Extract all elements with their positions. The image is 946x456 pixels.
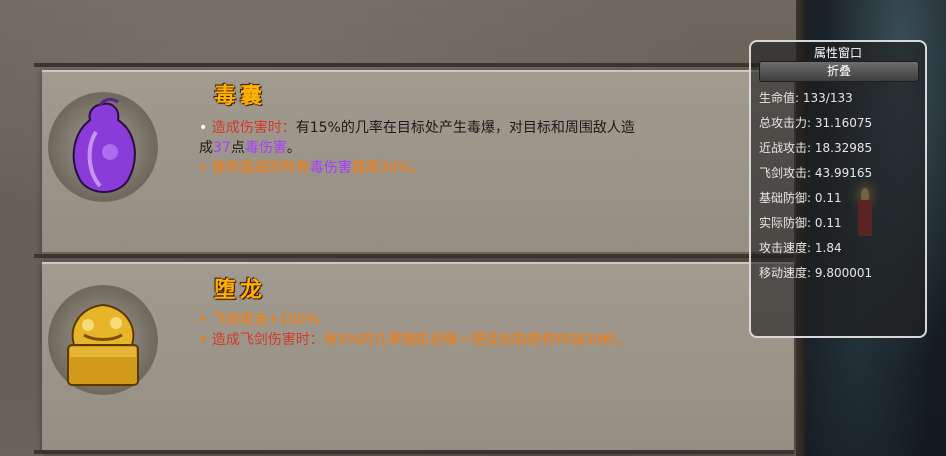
stat-health: 生命值: 133/133 bbox=[759, 89, 853, 106]
stat-label: 飞剑攻击: bbox=[759, 166, 812, 180]
divider-bottom bbox=[34, 450, 794, 454]
stat-label: 生命值: bbox=[759, 91, 800, 105]
dragon-seal-icon[interactable] bbox=[48, 285, 158, 395]
effect-text-post: 。 bbox=[286, 140, 301, 156]
effect-text: 有5%的几率随机召唤一把圣剑协助你作战30秒。 bbox=[323, 332, 630, 348]
effect-trigger-label: 造成伤害时： bbox=[211, 120, 296, 136]
poison-damage-keyword: 毒伤害 bbox=[309, 160, 352, 176]
item1-effect-line-1: • 造成伤害时：有15%的几率在目标处产生毒爆，对目标和周围敌人造 bbox=[199, 118, 635, 138]
stat-melee-attack: 近战攻击: 18.32985 bbox=[759, 139, 872, 156]
item1-effect-line-2: 成37点毒伤害。 bbox=[199, 138, 301, 158]
item2-effect-line-2: • 造成飞剑伤害时：有5%的几率随机召唤一把圣剑协助你作战30秒。 bbox=[199, 330, 630, 350]
effect-trigger-label: 造成飞剑伤害时： bbox=[211, 332, 324, 348]
attributes-window-title: 属性窗口 bbox=[813, 46, 862, 60]
stat-flying-sword-attack: 飞剑攻击: 43.99165 bbox=[759, 164, 872, 181]
effect-text-post: 提高30%。 bbox=[351, 160, 425, 176]
effect-text-pre: 成 bbox=[199, 140, 213, 156]
collapse-button[interactable]: 折叠 bbox=[759, 61, 919, 82]
item1-effect-line-3: • 使你造成的所有毒伤害提高30%。 bbox=[199, 158, 425, 178]
stat-label: 实际防御: bbox=[759, 216, 812, 230]
effect-text-mid: 点 bbox=[230, 140, 245, 156]
item2-effect-line-1: • 飞剑攻击+100% bbox=[199, 310, 319, 330]
poison-damage-keyword: 毒伤害 bbox=[244, 140, 287, 156]
stat-base-defense: 基础防御: 0.11 bbox=[759, 189, 842, 206]
stat-label: 移动速度: bbox=[759, 266, 812, 280]
game-scene: 毒囊 • 造成伤害时：有15%的几率在目标处产生毒爆，对目标和周围敌人造 成37… bbox=[0, 0, 946, 456]
item-name-fallen-dragon: 堕龙 bbox=[214, 278, 267, 303]
stat-label: 基础防御: bbox=[759, 191, 812, 205]
stat-move-speed: 移动速度: 9.800001 bbox=[759, 264, 872, 281]
effect-text: 飞剑攻击+100% bbox=[211, 312, 320, 328]
item-name-poison-sac: 毒囊 bbox=[214, 84, 267, 109]
stat-value: 31.16075 bbox=[814, 116, 873, 130]
stat-value: 43.99165 bbox=[814, 166, 873, 180]
stat-value: 0.11 bbox=[814, 216, 842, 230]
stat-value: 18.32985 bbox=[814, 141, 873, 155]
effect-text: 有15%的几率在目标处产生毒爆，对目标和周围敌人造 bbox=[295, 120, 635, 136]
poison-sac-icon[interactable] bbox=[48, 92, 158, 202]
bullet: • bbox=[199, 332, 208, 348]
stat-value: 0.11 bbox=[814, 191, 842, 205]
stat-label: 总攻击力: bbox=[759, 116, 812, 130]
stat-label: 近战攻击: bbox=[759, 141, 812, 155]
stat-value: 1.84 bbox=[814, 241, 842, 255]
stat-actual-defense: 实际防御: 0.11 bbox=[759, 214, 842, 231]
bullet: • bbox=[199, 312, 208, 328]
bullet: • bbox=[199, 160, 208, 176]
stat-attack-speed: 攻击速度: 1.84 bbox=[759, 239, 842, 256]
stat-value: 133/133 bbox=[802, 91, 853, 105]
damage-value: 37 bbox=[213, 140, 231, 156]
bullet: • bbox=[199, 120, 208, 136]
stat-value: 9.800001 bbox=[814, 266, 873, 280]
effect-text-pre: 使你造成的所有 bbox=[211, 160, 310, 176]
divider-middle bbox=[34, 254, 794, 258]
divider-top bbox=[34, 63, 794, 67]
stat-total-attack: 总攻击力: 31.16075 bbox=[759, 114, 872, 131]
attributes-window: 属性窗口 折叠 生命值: 133/133 总攻击力: 31.16075 近战攻击… bbox=[749, 40, 927, 338]
stat-label: 攻击速度: bbox=[759, 241, 812, 255]
